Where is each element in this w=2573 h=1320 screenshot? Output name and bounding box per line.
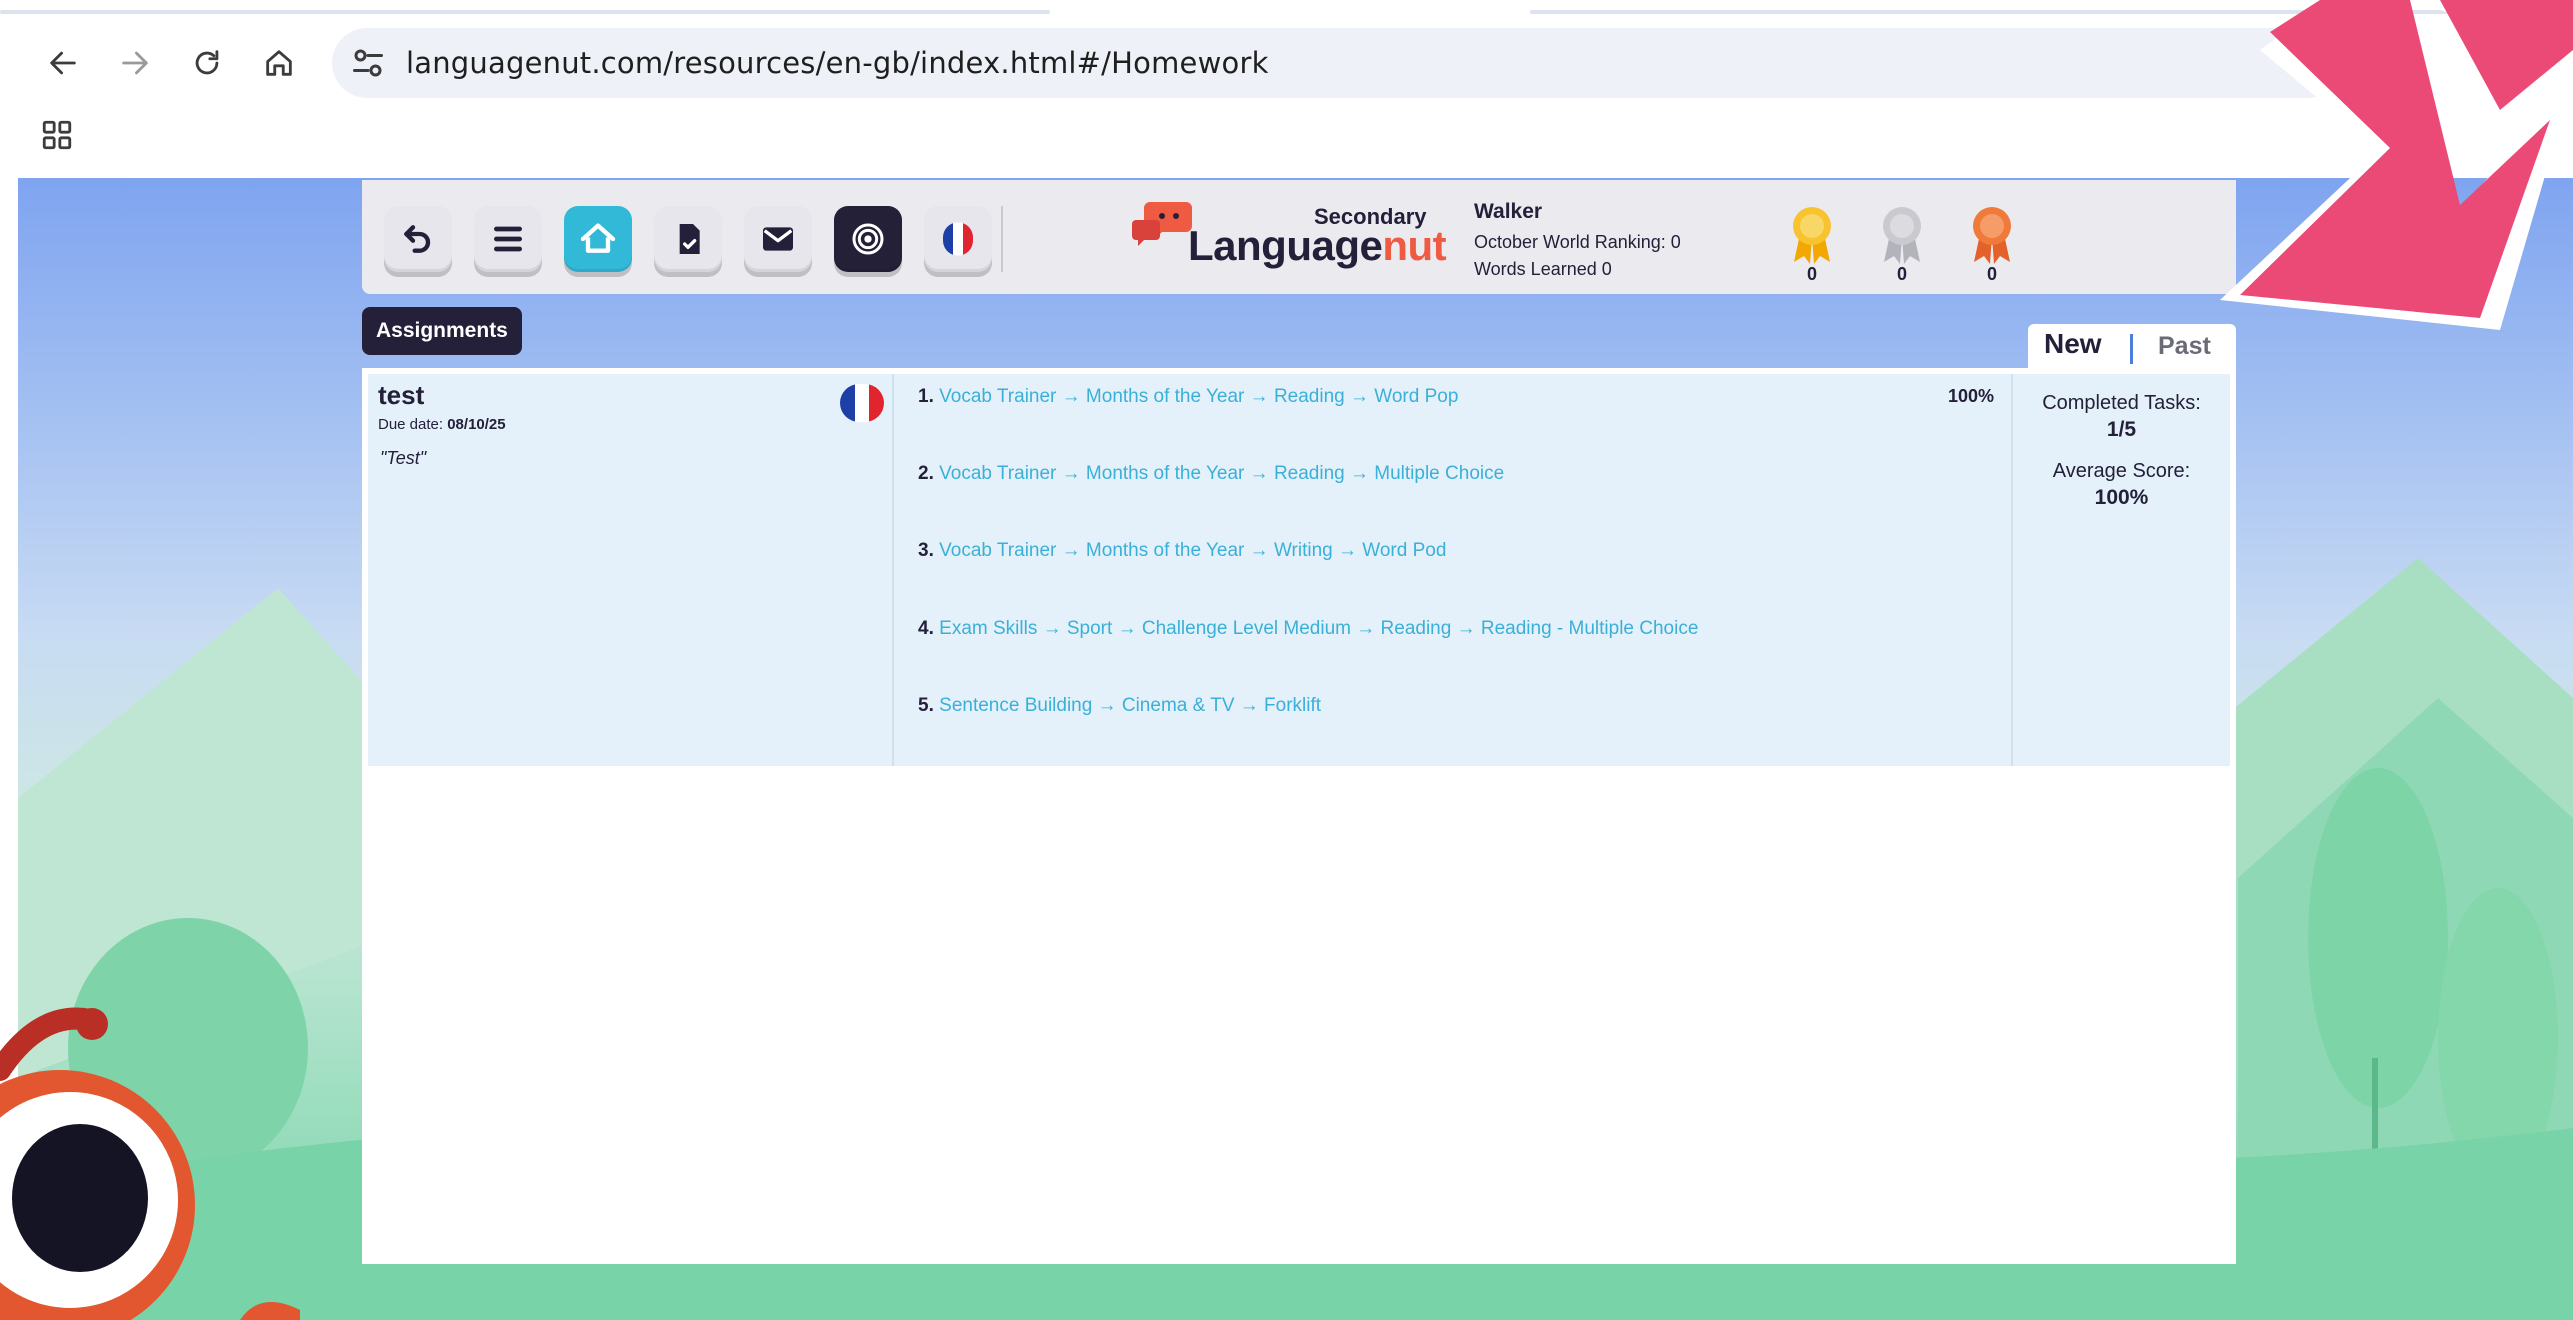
average-score-label: Average Score:	[2052, 460, 2191, 482]
task-item-1[interactable]: 1. Vocab Trainer → Months of the Year → …	[918, 386, 1458, 408]
logo-language-text: Language	[1188, 222, 1383, 269]
back-button[interactable]	[40, 40, 86, 86]
bronze-medal: 0	[1962, 204, 2022, 288]
task-item-3[interactable]: 3. Vocab Trainer → Months of the Year → …	[918, 540, 1446, 562]
arrow-right-icon	[122, 51, 148, 75]
task-number: 1.	[918, 386, 934, 407]
mascot-character-icon	[0, 1007, 300, 1320]
task-link[interactable]: Vocab Trainer → Months of the Year → Wri…	[939, 540, 1446, 561]
address-bar[interactable]: languagenut.com/resources/en-gb/index.ht…	[332, 28, 2342, 98]
homework-icon	[679, 224, 700, 254]
task-number: 2.	[918, 463, 934, 484]
column-divider	[892, 374, 894, 766]
back-curl-icon	[404, 225, 431, 253]
homework-button[interactable]	[654, 206, 722, 272]
home-button[interactable]	[256, 40, 302, 86]
task-score: 100%	[1948, 386, 1995, 406]
menu-icon	[494, 226, 522, 252]
due-date-label: Due date:	[378, 416, 448, 433]
task-link[interactable]: Exam Skills → Sport → Challenge Level Me…	[939, 618, 1698, 639]
url-text[interactable]: languagenut.com/resources/en-gb/index.ht…	[406, 46, 1269, 80]
user-name: Walker	[1474, 200, 1543, 223]
task-number: 3.	[918, 540, 934, 561]
assignments-heading: Assignments	[362, 307, 522, 355]
task-number: 4.	[918, 618, 934, 639]
homework-title: test	[378, 380, 425, 410]
home-app-button[interactable]	[564, 206, 632, 272]
menu-button[interactable]	[474, 206, 542, 272]
home-icon	[580, 223, 616, 253]
task-number: 5.	[918, 695, 934, 716]
silver-medal-icon	[1883, 207, 1921, 264]
tab-strip-segment	[0, 10, 1050, 14]
reload-icon	[195, 50, 219, 75]
gold-medal-icon	[1793, 207, 1831, 264]
completed-tasks-label: Completed Tasks:	[2042, 392, 2201, 414]
silver-medal: 0	[1872, 204, 1932, 288]
assignments-panel: test Due date: 08/10/25 "Test" 1. Vocab …	[362, 368, 2236, 1264]
live-button[interactable]	[834, 206, 902, 272]
logo-wordmark[interactable]: Languagenut	[1188, 222, 1447, 270]
task-link[interactable]: Vocab Trainer → Months of the Year → Rea…	[939, 463, 1504, 484]
site-settings-icon[interactable]	[350, 45, 386, 81]
gold-medal-count: 0	[1806, 264, 1817, 284]
french-flag-icon	[943, 222, 973, 256]
gold-medal: 0	[1782, 204, 1842, 288]
homework-note: "Test"	[380, 448, 427, 468]
bronze-medal-count: 0	[1986, 264, 1997, 284]
bronze-medal-icon	[1973, 207, 2011, 264]
words-learned: Words Learned 0	[1474, 259, 1612, 279]
task-link[interactable]: Vocab Trainer → Months of the Year → Rea…	[939, 386, 1458, 407]
forward-button[interactable]	[112, 40, 158, 86]
apps-grid-icon[interactable]	[40, 118, 74, 152]
reload-button[interactable]	[184, 40, 230, 86]
task-link[interactable]: Sentence Building → Cinema & TV → Forkli…	[939, 695, 1321, 716]
due-date-value: 08/10/25	[447, 416, 506, 433]
average-score-value: 100%	[2094, 486, 2149, 509]
homework-row: test Due date: 08/10/25 "Test" 1. Vocab …	[368, 374, 2230, 766]
task-item-5[interactable]: 5. Sentence Building → Cinema & TV → For…	[918, 695, 1321, 717]
logo-speech-bubbles-icon	[1132, 202, 1192, 246]
home-icon	[266, 50, 292, 76]
language-button[interactable]	[924, 206, 992, 272]
logo-nut-text: nut	[1382, 222, 1447, 269]
due-date: Due date: 08/10/25	[378, 416, 506, 433]
messages-button[interactable]	[744, 206, 812, 272]
app-header: Secondary Languagenut Walker October Wor…	[362, 180, 2236, 294]
mail-icon	[763, 227, 793, 251]
french-flag-icon	[840, 384, 884, 422]
silver-medal-count: 0	[1896, 264, 1907, 284]
world-ranking: October World Ranking: 0	[1474, 232, 1681, 252]
arrow-left-icon	[50, 51, 76, 75]
completed-tasks-value: 1/5	[2106, 418, 2137, 441]
pointer-arrow-icon	[2220, 0, 2573, 330]
toolbar-divider	[1001, 206, 1003, 272]
back-app-button[interactable]	[384, 206, 452, 272]
task-item-4[interactable]: 4. Exam Skills → Sport → Challenge Level…	[918, 618, 1698, 640]
live-icon	[852, 223, 884, 255]
task-item-2[interactable]: 2. Vocab Trainer → Months of the Year → …	[918, 463, 1504, 485]
